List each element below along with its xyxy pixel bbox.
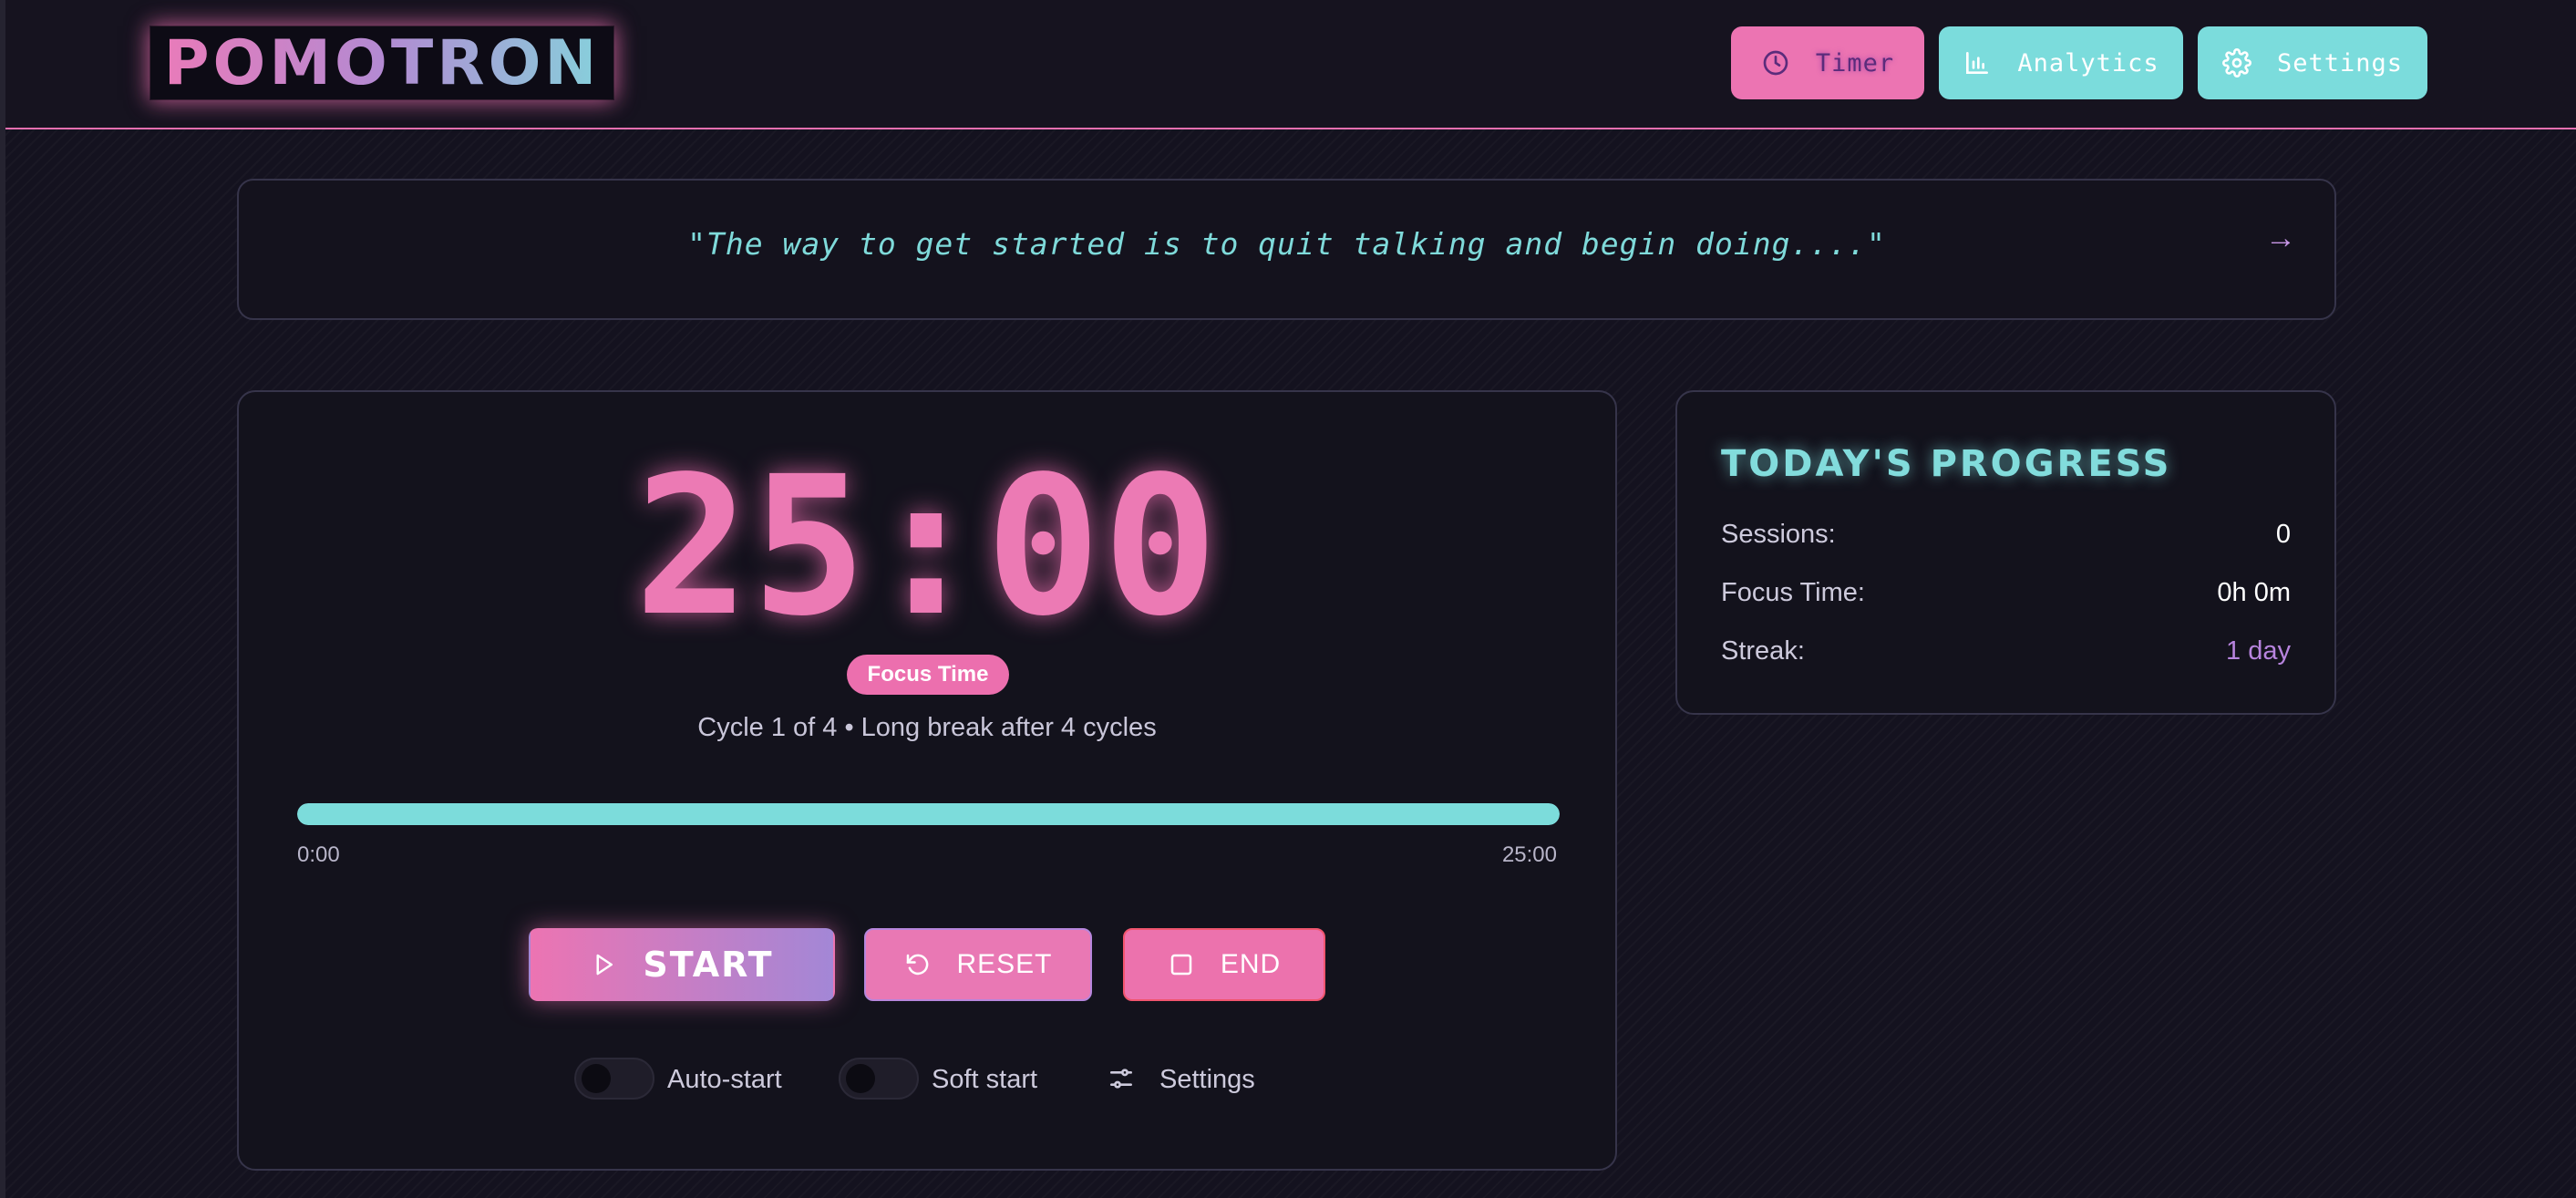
sliders-icon[interactable] xyxy=(1107,1064,1136,1093)
sessions-label: Sessions: xyxy=(1721,520,1836,549)
session-progress-fill xyxy=(297,803,1560,825)
focus-time-label: Focus Time: xyxy=(1721,578,1865,607)
soft-start-toggle[interactable] xyxy=(839,1058,919,1100)
rotate-ccw-icon xyxy=(907,954,929,976)
stop-square-icon xyxy=(1170,954,1192,976)
next-quote-arrow-icon[interactable]: → xyxy=(2265,221,2296,256)
app-root: POMOTRON Timer Analytics Settings "The w… xyxy=(0,0,2576,1198)
timer-settings-link[interactable]: Settings xyxy=(1159,1065,1255,1095)
timer-card: 25:00 Focus Time Cycle 1 of 4 • Long bre… xyxy=(237,390,1617,1171)
nav-analytics-button[interactable]: Analytics xyxy=(1939,26,2183,99)
start-button[interactable]: START xyxy=(529,928,835,1001)
nav-analytics-label: Analytics xyxy=(2017,48,2159,77)
end-button-label: END xyxy=(1220,949,1282,979)
timer-options: Auto-start Soft start Settings xyxy=(239,1054,1615,1100)
top-header: POMOTRON Timer Analytics Settings xyxy=(5,0,2576,129)
auto-start-label: Auto-start xyxy=(667,1065,782,1094)
start-button-label: START xyxy=(643,945,774,985)
app-logo[interactable]: POMOTRON xyxy=(149,26,614,100)
focus-time-row: Focus Time: 0h 0m xyxy=(1721,578,2291,614)
soft-start-label: Soft start xyxy=(932,1065,1038,1094)
session-progress-bar xyxy=(297,803,1560,825)
quote-card: "The way to get started is to quit talki… xyxy=(237,179,2336,320)
progress-title: TODAY'S PROGRESS xyxy=(1721,443,2172,485)
clock-icon xyxy=(1763,50,1788,76)
quote-text: "The way to get started is to quit talki… xyxy=(687,226,1886,262)
play-icon xyxy=(596,954,613,976)
toggle-knob xyxy=(846,1064,875,1093)
cycle-info: Cycle 1 of 4 • Long break after 4 cycles xyxy=(697,713,1157,742)
total-time-label: 25:00 xyxy=(1501,842,1557,867)
reset-button-label: RESET xyxy=(956,949,1053,979)
focus-time-value: 0h 0m xyxy=(2217,578,2291,607)
nav-timer-label: Timer xyxy=(1815,48,1895,77)
todays-progress-card: TODAY'S PROGRESS Sessions: 0 Focus Time:… xyxy=(1675,390,2336,715)
elapsed-time-label: 0:00 xyxy=(297,842,340,867)
end-button[interactable]: END xyxy=(1123,928,1325,1001)
window-edge xyxy=(0,0,5,1198)
sessions-row: Sessions: 0 xyxy=(1721,520,2291,556)
nav-settings-button[interactable]: Settings xyxy=(2198,26,2427,99)
gear-icon xyxy=(2222,48,2251,77)
nav-settings-label: Settings xyxy=(2276,48,2404,77)
reset-button[interactable]: RESET xyxy=(864,928,1092,1001)
auto-start-toggle[interactable] xyxy=(574,1058,654,1100)
bar-chart-icon xyxy=(1966,52,1989,74)
timer-display: 25:00 xyxy=(634,435,1221,658)
streak-label: Streak: xyxy=(1721,636,1805,666)
main-nav: Timer Analytics Settings xyxy=(1731,26,2427,99)
toggle-knob xyxy=(582,1064,611,1093)
mode-badge: Focus Time xyxy=(847,655,1009,695)
nav-timer-button[interactable]: Timer xyxy=(1731,26,1924,99)
streak-value: 1 day xyxy=(2226,636,2291,666)
streak-row: Streak: 1 day xyxy=(1721,636,2291,673)
sessions-value: 0 xyxy=(2275,520,2291,549)
